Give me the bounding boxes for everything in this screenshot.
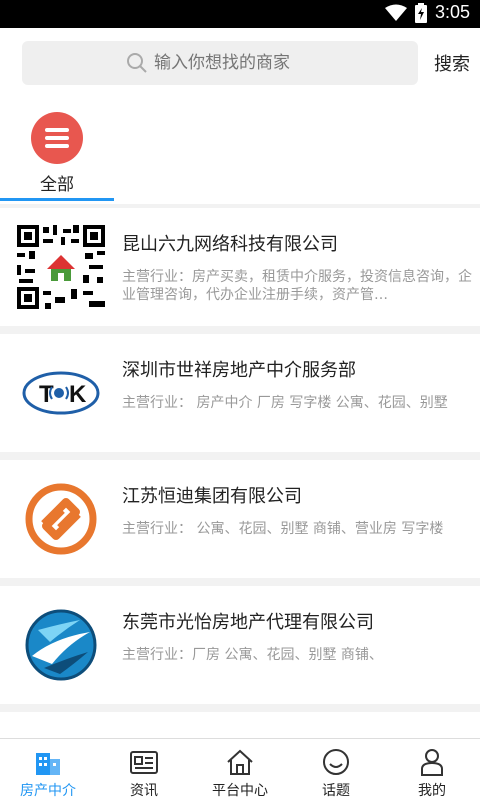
menu-icon bbox=[31, 112, 83, 164]
category-active-indicator bbox=[0, 198, 114, 201]
merchant-name: 昆山六九网络科技有限公司 bbox=[122, 234, 338, 255]
tab-label: 话题 bbox=[322, 783, 350, 799]
tab-label: 我的 bbox=[418, 783, 446, 799]
tab-label: 房产中介 bbox=[20, 783, 76, 799]
smile-icon bbox=[323, 749, 349, 775]
merchant-card[interactable]: 江苏恒迪集团有限公司 主营行业： 公寓、花园、别墅 商铺、营业房 写字楼 bbox=[0, 460, 480, 578]
tok-logo: T K bbox=[16, 350, 106, 436]
search-icon bbox=[127, 53, 147, 73]
merchant-name: 东莞市光怡房地产代理有限公司 bbox=[122, 612, 374, 633]
qr-code-logo bbox=[16, 224, 106, 310]
tab-mine[interactable]: 我的 bbox=[384, 739, 480, 800]
search-header: 搜索 bbox=[0, 28, 480, 100]
status-time: 3:05 bbox=[434, 2, 470, 22]
tab-real-estate-agency[interactable]: 房产中介 bbox=[0, 739, 96, 800]
search-box[interactable] bbox=[22, 41, 418, 85]
tab-platform-center[interactable]: 平台中心 bbox=[192, 739, 288, 800]
search-button[interactable]: 搜索 bbox=[434, 50, 470, 76]
merchant-name: 江苏恒迪集团有限公司 bbox=[122, 486, 302, 507]
search-input[interactable] bbox=[154, 53, 314, 73]
battery-icon bbox=[414, 2, 427, 23]
tab-news[interactable]: 资讯 bbox=[96, 739, 192, 800]
logo-letter-k: K bbox=[69, 381, 87, 408]
merchant-name: 深圳市世祥房地产中介服务部 bbox=[122, 360, 356, 381]
bottom-tab-bar: 房产中介 资讯 平台中心 话题 我的 bbox=[0, 738, 480, 800]
category-bar: 全部 bbox=[0, 100, 480, 204]
building-icon bbox=[36, 753, 60, 775]
category-all[interactable]: 全部 bbox=[0, 100, 114, 204]
logo-letter-t: T bbox=[39, 381, 54, 408]
blue-swoosh-logo bbox=[16, 602, 106, 688]
merchant-description: 主营行业： 公寓、花园、别墅 商铺、营业房 写字楼 bbox=[122, 521, 444, 537]
news-icon bbox=[130, 751, 158, 774]
tab-topics[interactable]: 话题 bbox=[288, 739, 384, 800]
merchant-card[interactable]: 昆山六九网络科技有限公司 主营行业：房产买卖，租赁中介服务，投资信息咨询，企业管… bbox=[0, 208, 480, 326]
category-label: 全部 bbox=[40, 175, 74, 195]
merchant-card[interactable]: T K 深圳市世祥房地产中介服务部 主营行业： 房产中介 厂房 写字楼 公寓、花… bbox=[0, 334, 480, 452]
status-bar: 3:05 bbox=[0, 0, 480, 28]
orange-s-logo bbox=[16, 476, 106, 562]
status-icons: 3:05 bbox=[384, 2, 470, 23]
wifi-icon bbox=[384, 4, 407, 21]
person-icon bbox=[421, 749, 443, 776]
tab-label: 资讯 bbox=[130, 783, 158, 799]
tab-label: 平台中心 bbox=[212, 783, 268, 799]
merchant-description: 主营行业：房产买卖，租赁中介服务，投资信息咨询，企业管理咨询，代办企业注册手续，… bbox=[122, 269, 472, 303]
merchant-card[interactable]: 东莞市光怡房地产代理有限公司 主营行业：厂房 公寓、花园、别墅 商铺、 bbox=[0, 586, 480, 704]
merchant-description: 主营行业：厂房 公寓、花园、别墅 商铺、 bbox=[122, 647, 383, 663]
home-icon bbox=[227, 749, 253, 775]
merchant-description: 主营行业： 房产中介 厂房 写字楼 公寓、花园、别墅 bbox=[122, 395, 448, 411]
